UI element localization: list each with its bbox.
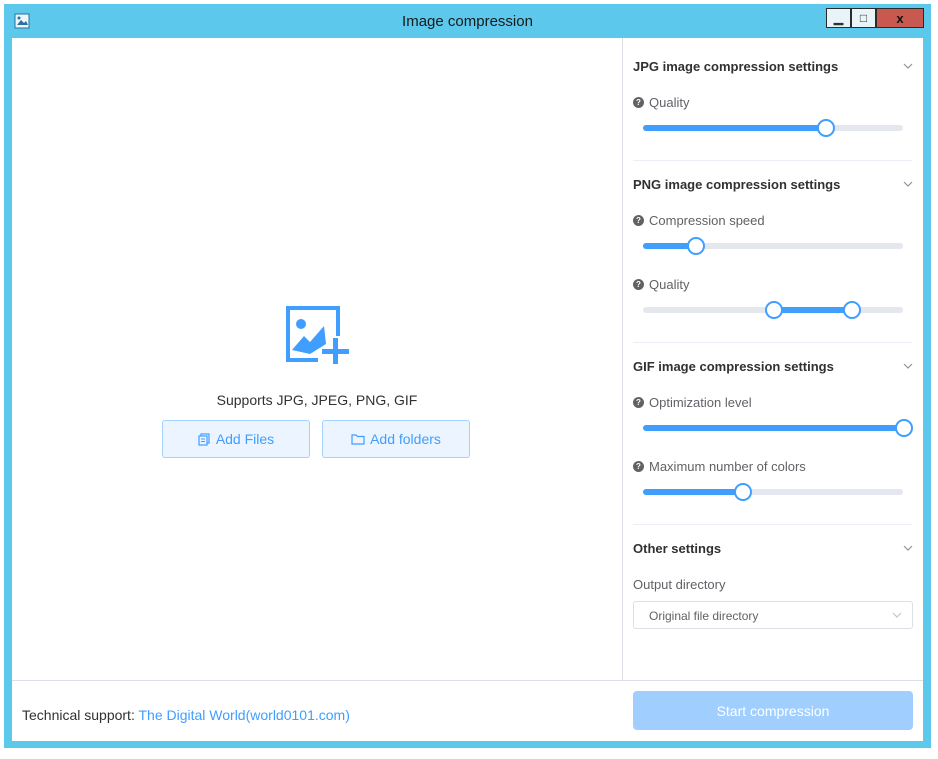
- png-speed-text: Compression speed: [649, 213, 765, 228]
- minimize-icon: ▁: [833, 11, 844, 25]
- window-title: Image compression: [402, 13, 533, 30]
- maximize-icon: □: [859, 11, 868, 25]
- slider-fill: [773, 307, 851, 313]
- jpg-settings-header[interactable]: JPG image compression settings: [633, 57, 913, 77]
- add-image-icon: [286, 306, 349, 364]
- start-compression-button[interactable]: Start compression: [633, 691, 913, 730]
- chevron-down-icon: [892, 612, 902, 618]
- slider-fill: [643, 125, 825, 131]
- chevron-down-icon: [903, 63, 913, 69]
- app-window: Image compression ▁ □ x Supports JPG, JP…: [4, 4, 931, 748]
- slider-fill: [643, 489, 742, 495]
- png-quality-text: Quality: [649, 277, 690, 292]
- support-label: Technical support:: [22, 707, 135, 723]
- output-directory-value: Original file directory: [649, 609, 759, 623]
- chevron-down-icon: [903, 363, 913, 369]
- jpg-quality-label: ? Quality: [633, 95, 689, 110]
- slider-thumb[interactable]: [733, 483, 752, 501]
- other-settings-title: Other settings: [633, 541, 722, 556]
- divider: [633, 342, 912, 343]
- output-directory-label: Output directory: [633, 577, 726, 592]
- add-folders-button[interactable]: Add folders: [322, 420, 470, 458]
- jpg-quality-slider[interactable]: [643, 119, 903, 137]
- help-icon: ?: [633, 461, 644, 472]
- supported-formats-text: Supports JPG, JPEG, PNG, GIF: [216, 392, 418, 408]
- png-quality-range-slider[interactable]: [643, 301, 903, 319]
- drop-zone[interactable]: Supports JPG, JPEG, PNG, GIF Add Files A…: [12, 38, 623, 680]
- technical-support: Technical support: The Digital World(wor…: [22, 707, 350, 723]
- start-compression-label: Start compression: [716, 702, 830, 719]
- slider-thumb-max[interactable]: [843, 301, 861, 319]
- gif-settings-title: GIF image compression settings: [633, 359, 834, 374]
- title-bar[interactable]: Image compression ▁ □ x: [4, 4, 931, 38]
- gif-optimization-label: ? Optimization level: [633, 395, 752, 410]
- add-files-label: Add Files: [215, 431, 275, 447]
- jpg-settings-title: JPG image compression settings: [633, 59, 839, 74]
- slider-fill: [643, 425, 903, 431]
- help-icon: ?: [633, 215, 644, 226]
- close-icon: x: [896, 10, 904, 26]
- add-files-button[interactable]: Add Files: [162, 420, 310, 458]
- output-directory-select[interactable]: Original file directory: [633, 601, 913, 629]
- add-folders-label: Add folders: [370, 431, 441, 447]
- slider-thumb[interactable]: [895, 419, 913, 437]
- support-link[interactable]: The Digital World(world0101.com): [138, 707, 349, 723]
- chevron-down-icon: [903, 181, 913, 187]
- slider-thumb-min[interactable]: [765, 301, 783, 319]
- png-speed-label: ? Compression speed: [633, 213, 765, 228]
- help-icon: ?: [633, 397, 644, 408]
- divider: [633, 524, 912, 525]
- close-button[interactable]: x: [876, 8, 924, 28]
- slider-thumb[interactable]: [817, 119, 835, 137]
- folder-icon: [351, 434, 365, 445]
- help-icon: ?: [633, 279, 644, 290]
- other-settings-header[interactable]: Other settings: [633, 539, 913, 559]
- help-icon: ?: [633, 97, 644, 108]
- gif-optimization-slider[interactable]: [643, 419, 913, 437]
- slider-thumb[interactable]: [687, 237, 705, 255]
- gif-optimization-text: Optimization level: [649, 395, 752, 410]
- maximize-button[interactable]: □: [851, 8, 876, 28]
- gif-colors-slider[interactable]: [643, 483, 903, 501]
- gif-colors-text: Maximum number of colors: [649, 459, 806, 474]
- footer-divider: [12, 680, 923, 681]
- gif-colors-label: ? Maximum number of colors: [633, 459, 806, 474]
- png-speed-slider[interactable]: [643, 237, 903, 255]
- png-quality-label: ? Quality: [633, 277, 689, 292]
- files-icon: [198, 432, 210, 446]
- jpg-quality-text: Quality: [649, 95, 690, 110]
- chevron-down-icon: [903, 545, 913, 551]
- png-settings-header[interactable]: PNG image compression settings: [633, 175, 913, 195]
- png-settings-title: PNG image compression settings: [633, 177, 841, 192]
- gif-settings-header[interactable]: GIF image compression settings: [633, 357, 913, 377]
- settings-panel: JPG image compression settings ? Quality…: [623, 38, 923, 680]
- minimize-button[interactable]: ▁: [826, 8, 851, 28]
- client-area: Supports JPG, JPEG, PNG, GIF Add Files A…: [12, 38, 923, 741]
- divider: [633, 160, 912, 161]
